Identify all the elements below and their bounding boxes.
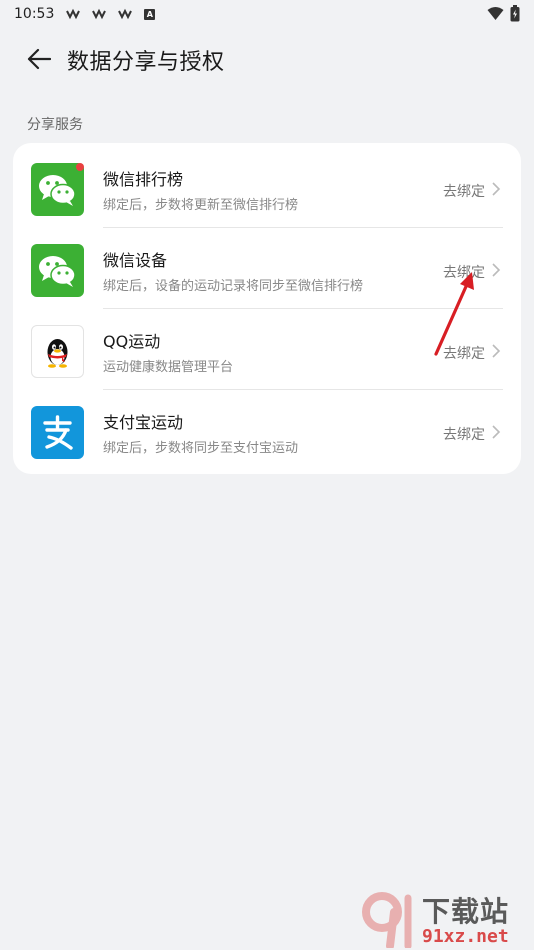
chevron-right-icon	[492, 263, 501, 277]
site-watermark: 下载站 91xz.net	[360, 890, 530, 948]
back-button[interactable]	[26, 46, 52, 72]
chevron-right-icon	[492, 425, 501, 439]
watermark-logo-icon	[362, 892, 412, 948]
bind-action-label: 去绑定	[443, 427, 485, 443]
item-title: 微信设备	[103, 251, 168, 270]
chevron-right-icon	[492, 344, 501, 358]
watermark-url: 91xz.net	[422, 926, 509, 947]
notification-icon	[66, 8, 81, 20]
item-title: 微信排行榜	[103, 170, 184, 189]
qq-penguin-icon	[31, 325, 84, 378]
status-bar: 10:53 A	[0, 0, 534, 28]
notification-icon	[92, 8, 107, 20]
status-right	[487, 5, 520, 22]
back-arrow-icon	[27, 48, 51, 70]
chevron-right-icon	[492, 182, 501, 196]
status-time: 10:53	[14, 6, 55, 22]
notification-badge	[76, 163, 84, 171]
header: 数据分享与授权	[0, 38, 534, 80]
item-subtitle: 绑定后，设备的运动记录将同步至微信排行榜	[103, 279, 364, 294]
wifi-icon	[487, 6, 504, 20]
item-subtitle: 运动健康数据管理平台	[103, 360, 234, 375]
list-item-alipay-sport[interactable]: 支付宝运动 绑定后，步数将同步至支付宝运动 去绑定	[13, 389, 521, 470]
page-title: 数据分享与授权	[67, 50, 225, 75]
watermark-title: 下载站	[422, 895, 510, 928]
item-subtitle: 绑定后，步数将更新至微信排行榜	[103, 198, 299, 213]
annotation-arrow-icon	[434, 272, 474, 356]
list-item-wechat-ranking[interactable]: 微信排行榜 绑定后，步数将更新至微信排行榜 去绑定	[13, 146, 521, 227]
wechat-icon	[31, 163, 84, 216]
section-label: 分享服务	[27, 117, 83, 133]
notification-icons: A	[66, 8, 156, 20]
battery-icon	[510, 5, 520, 22]
bind-action-label: 去绑定	[443, 184, 485, 200]
notification-icon	[118, 8, 133, 20]
item-title: QQ运动	[103, 332, 161, 351]
wechat-icon	[31, 244, 84, 297]
item-subtitle: 绑定后，步数将同步至支付宝运动	[103, 441, 299, 456]
a-badge-icon: A	[144, 8, 156, 20]
alipay-icon	[31, 406, 84, 459]
item-title: 支付宝运动	[103, 413, 184, 432]
